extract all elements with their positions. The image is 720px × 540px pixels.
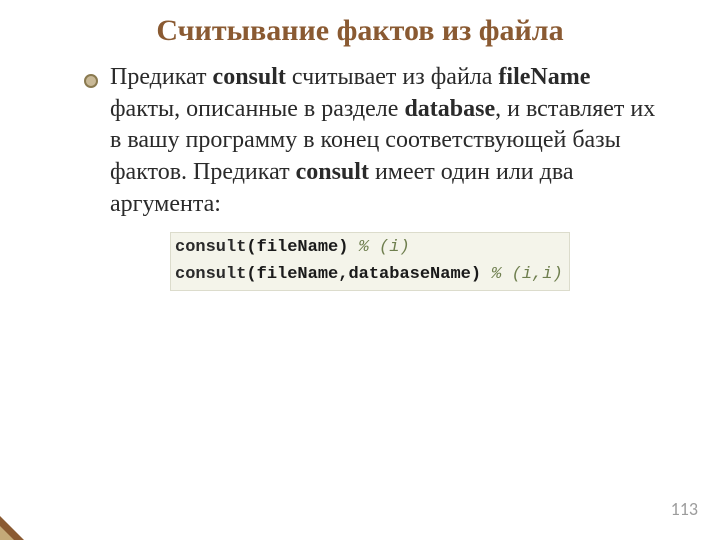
code-keyword: consult — [175, 238, 246, 257]
text-run: Предикат — [110, 64, 213, 90]
text-run: факты, описанные в разделе — [110, 96, 404, 122]
code-args: (fileName) — [246, 238, 348, 257]
code-comment: % (i) — [348, 238, 409, 257]
slide: Считывание фактов из файла Предикат cons… — [0, 0, 720, 540]
text-run: считывает из файла — [286, 64, 499, 90]
page-number: 113 — [671, 498, 698, 520]
code-block: consult(fileName) % (i) consult(fileName… — [170, 232, 570, 291]
code-comment: % (i,i) — [481, 265, 563, 284]
corner-decoration-icon — [0, 516, 24, 540]
code-args: (fileName,databaseName) — [246, 265, 481, 284]
body-text: Предикат consult считывает из файла file… — [0, 48, 720, 220]
code-line-2: consult(fileName,databaseName) % (i,i) — [175, 262, 565, 288]
bold-run: fileName — [498, 64, 590, 90]
bullet-icon — [84, 74, 98, 88]
bold-run: consult — [213, 64, 286, 90]
slide-title: Считывание фактов из файла — [0, 0, 720, 48]
bold-run: consult — [296, 159, 369, 185]
code-line-1: consult(fileName) % (i) — [175, 235, 565, 261]
code-keyword: consult — [175, 265, 246, 284]
bold-run: database — [404, 96, 495, 122]
